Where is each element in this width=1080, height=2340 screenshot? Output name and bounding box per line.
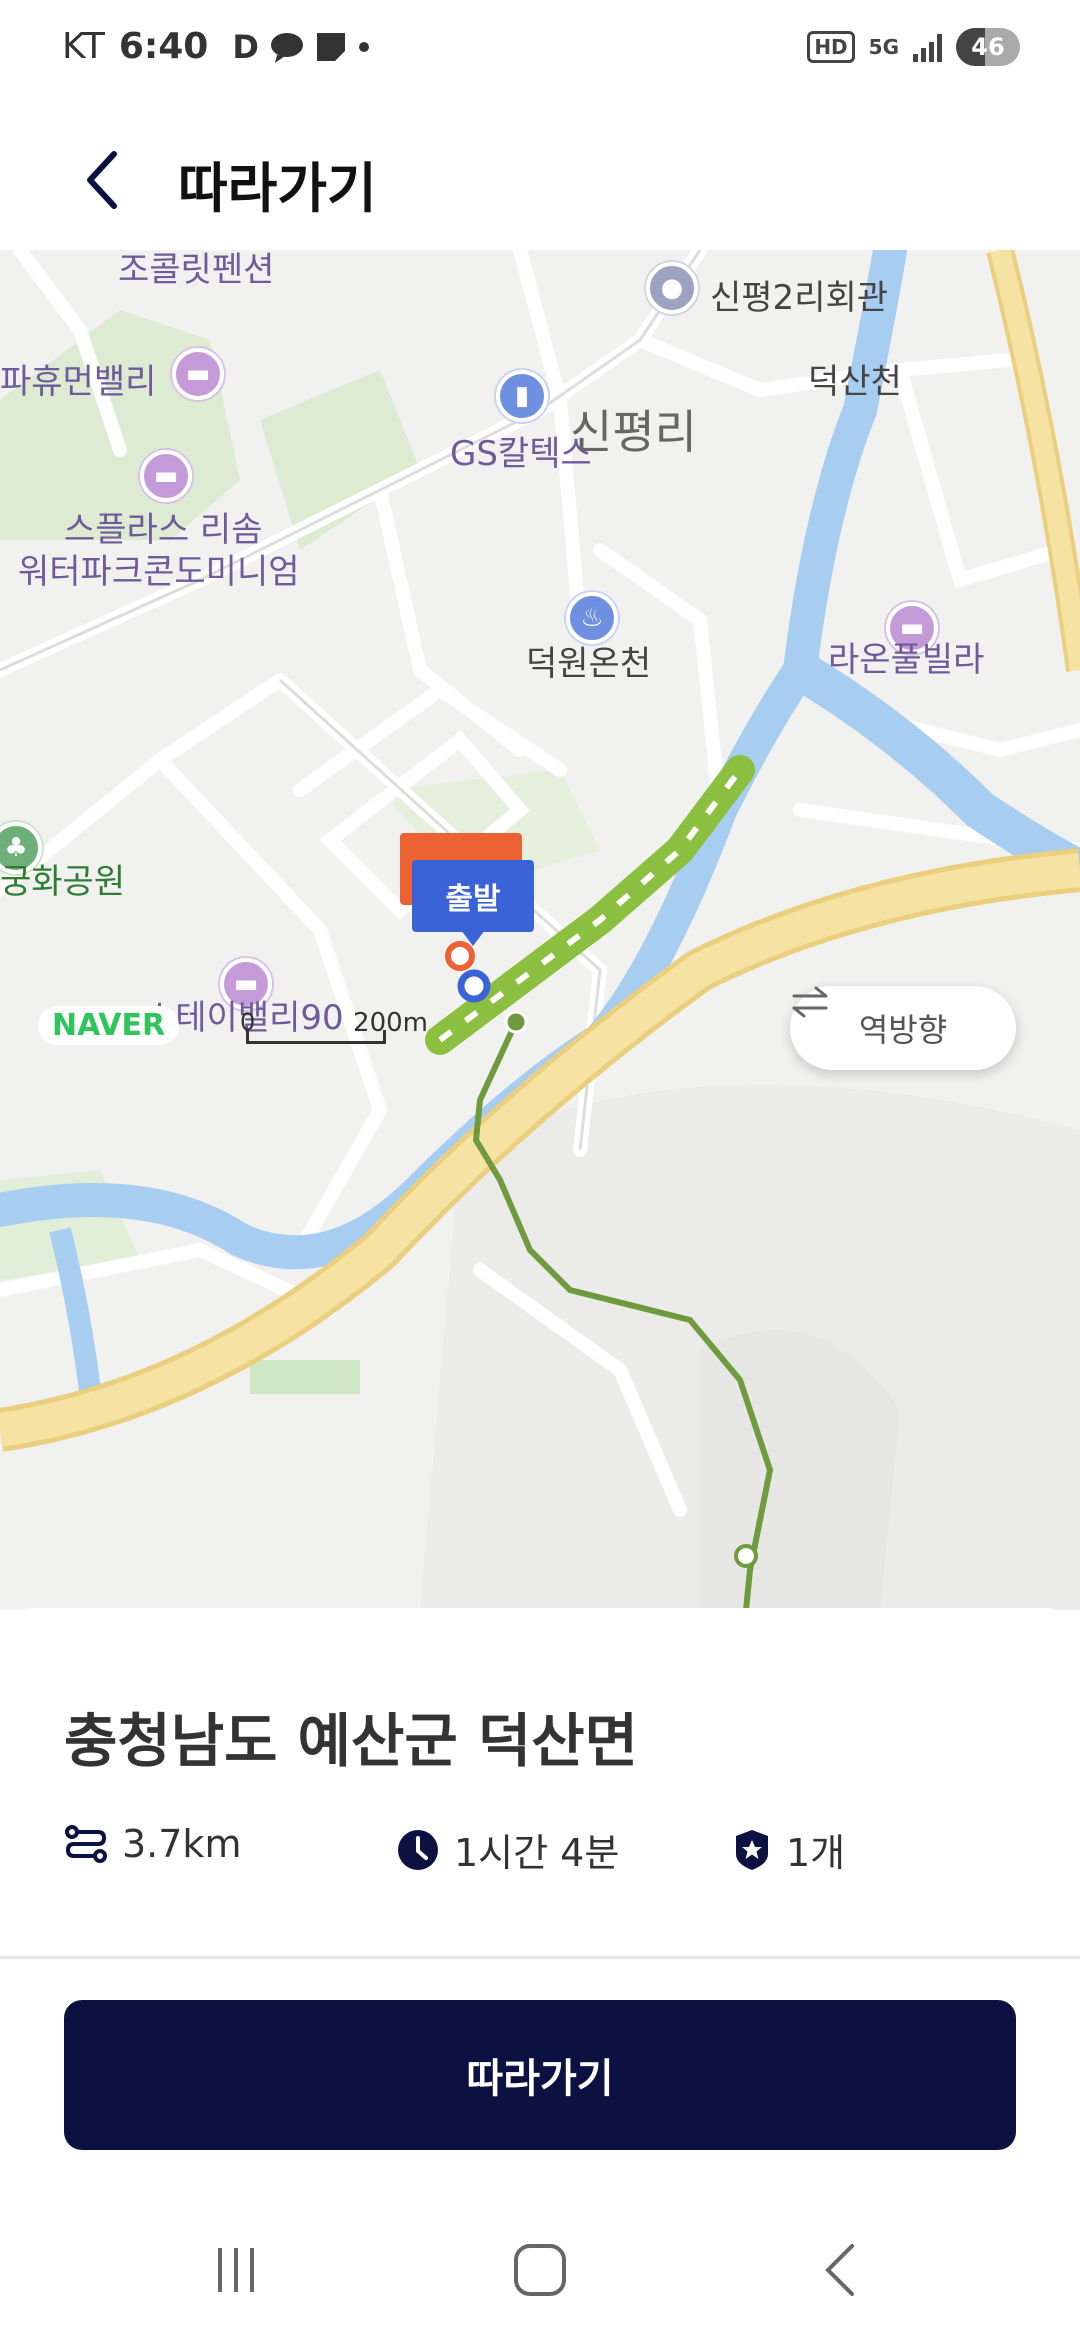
reverse-direction-button[interactable]: 역방향	[790, 986, 1016, 1070]
clock-icon	[398, 1829, 438, 1870]
map-label-sinpyeong-ri: 신평리	[570, 405, 697, 459]
map-label-chocolate-pension[interactable]: 조콜릿펜션	[118, 250, 274, 291]
naver-logo: NAVER	[38, 1006, 180, 1045]
signal-icon	[913, 32, 942, 62]
stamp-badge-icon	[736, 1829, 768, 1870]
note-icon	[316, 32, 345, 61]
system-nav-bar	[0, 2190, 1080, 2340]
notification-icons: D	[232, 28, 371, 66]
map-label-resom-line2[interactable]: 워터파크콘도미니엄	[18, 544, 300, 593]
app-d-icon: D	[232, 27, 259, 66]
hd-voice-icon: HD	[807, 31, 855, 63]
back-arrow-icon	[825, 2244, 854, 2296]
stat-duration: 1시간 4분	[396, 1822, 619, 1877]
chevron-left-icon	[87, 151, 117, 209]
status-right: HD 5G 46	[807, 28, 1020, 66]
resort-lodging-icon[interactable]: ▬	[140, 450, 192, 502]
network-type-icon: 5G	[868, 35, 899, 59]
location-title: 충청남도 예산군 덕산면	[64, 1707, 638, 1775]
chat-bubble-icon	[270, 32, 303, 63]
map-label-park[interactable]: 궁화공원	[0, 854, 125, 903]
start-marker[interactable]: 출발	[412, 860, 534, 946]
map-view[interactable]: 출발 조콜릿펜션 ● 신평2리회관 파휴먼밸리 ▬ ▮ GS칼텍스 신평리 덕산…	[0, 250, 1080, 1610]
back-button[interactable]	[62, 140, 142, 220]
route-icon	[65, 1825, 107, 1863]
map-label-raon-villa[interactable]: 라온풀빌라	[828, 632, 984, 681]
reverse-direction-label: 역방향	[858, 1011, 948, 1049]
scale-bar	[246, 1030, 386, 1044]
map-label-deoksan-stream: 덕산천	[808, 362, 902, 402]
carrier-label: KT	[62, 26, 105, 67]
stat-stamps: 1개	[732, 1822, 845, 1877]
map-label-deokwon-spa[interactable]: 덕원온천	[526, 636, 651, 685]
map-scale: 0 200m	[240, 1008, 428, 1048]
recent-apps-icon	[218, 2248, 254, 2292]
status-bar: KT 6:40 D HD 5G 46	[0, 0, 1080, 104]
follow-button[interactable]: 따라가기	[64, 2000, 1016, 2150]
app-header: 따라가기	[0, 104, 1080, 250]
clock: 6:40	[118, 26, 209, 67]
home-icon	[514, 2244, 566, 2296]
status-left: KT 6:40 D	[62, 26, 371, 67]
route-stats: 3.7km 1시간 4분 1개	[64, 1822, 1024, 1882]
map-label-human-valley[interactable]: 파휴먼밸리	[0, 354, 156, 403]
gas-station-icon[interactable]: ▮	[496, 370, 548, 422]
system-back-button[interactable]	[800, 2230, 880, 2310]
map-label-sinpyeong-hall[interactable]: 신평2리회관	[710, 270, 888, 319]
battery-percent: 46	[971, 33, 1005, 61]
home-button[interactable]	[500, 2230, 580, 2310]
stamps-value: 1개	[786, 1831, 846, 1875]
battery-icon: 46	[956, 28, 1020, 66]
page-title: 따라가기	[178, 157, 377, 220]
lodging-icon[interactable]: ▬	[172, 348, 224, 400]
distance-value: 3.7km	[122, 1822, 242, 1866]
recent-apps-button[interactable]	[196, 2230, 276, 2310]
dot-icon	[358, 41, 369, 52]
sheet-divider	[0, 1956, 1080, 1959]
duration-value: 1시간 4분	[454, 1831, 620, 1875]
community-center-icon[interactable]: ●	[646, 262, 698, 314]
stat-distance: 3.7km	[64, 1822, 241, 1866]
swap-arrows-icon	[792, 986, 828, 1018]
